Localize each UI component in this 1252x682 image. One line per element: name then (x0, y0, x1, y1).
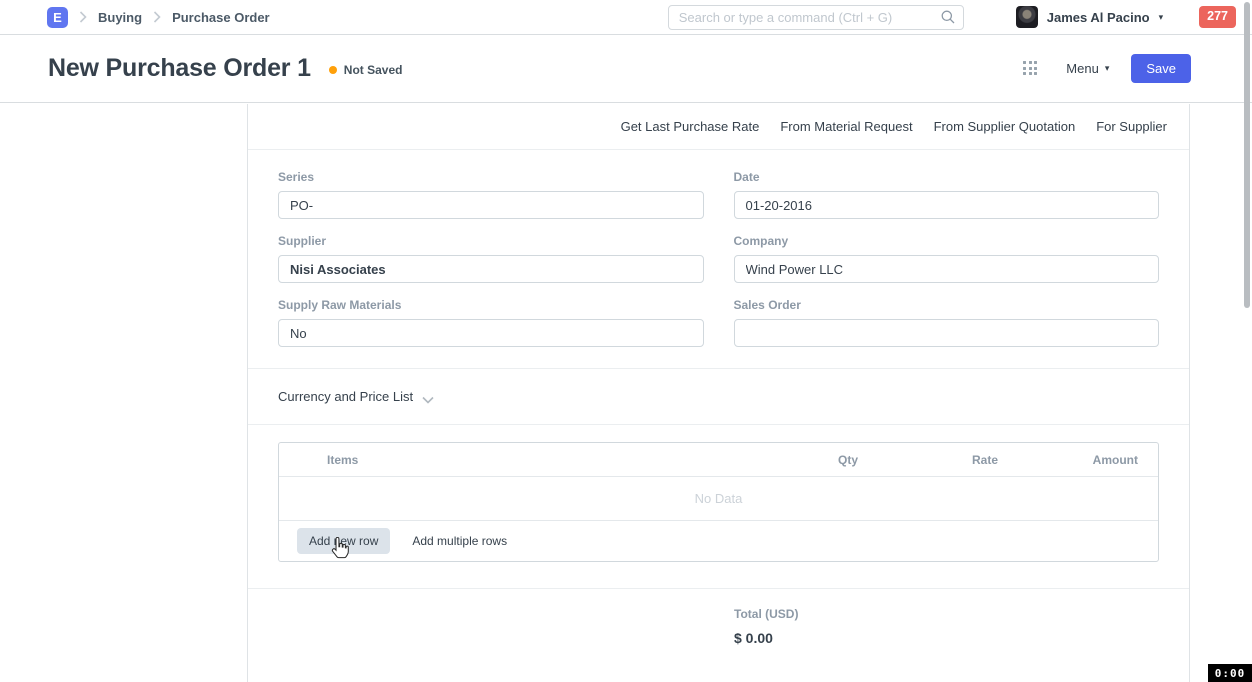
page-head: New Purchase Order 1 Not Saved Menu ▾ Sa… (0, 35, 1252, 103)
search-icon (940, 9, 956, 25)
company-input[interactable] (734, 255, 1160, 283)
add-multiple-rows-button[interactable]: Add multiple rows (412, 534, 507, 548)
global-search (668, 5, 964, 30)
column-amount: Amount (998, 453, 1138, 467)
supply-raw-materials-label: Supply Raw Materials (278, 298, 704, 312)
status-label: Not Saved (344, 63, 403, 77)
purchase-order-page: E Buying Purchase Order James Al Pacino … (0, 0, 1252, 682)
items-grid-footer: Add new row Add multiple rows (279, 521, 1158, 561)
items-grid-section: Items Qty Rate Amount No Data Add new ro… (248, 425, 1189, 589)
field-supplier: Supplier (278, 234, 704, 283)
app-logo[interactable]: E (47, 7, 68, 28)
items-grid: Items Qty Rate Amount No Data Add new ro… (278, 442, 1159, 562)
supplier-input[interactable] (278, 255, 704, 283)
column-qty: Qty (748, 453, 858, 467)
fields-section: Series Date Supplier Company Supply Raw … (248, 150, 1189, 369)
menu-label: Menu (1066, 61, 1099, 76)
user-name: James Al Pacino (1047, 10, 1150, 25)
form-column: Get Last Purchase Rate From Material Req… (247, 104, 1190, 682)
status-indicator: Not Saved (329, 63, 403, 77)
caret-down-icon: ▾ (1105, 64, 1110, 73)
series-input[interactable] (278, 191, 704, 219)
menu-button[interactable]: Menu ▾ (1062, 55, 1113, 82)
field-date: Date (734, 170, 1160, 219)
total-label: Total (USD) (734, 607, 1159, 621)
chevron-right-icon (79, 11, 87, 23)
notification-badge[interactable]: 277 (1199, 6, 1236, 28)
navbar: E Buying Purchase Order James Al Pacino … (0, 0, 1252, 35)
action-for-supplier[interactable]: For Supplier (1096, 119, 1167, 134)
save-button[interactable]: Save (1131, 54, 1191, 83)
field-company: Company (734, 234, 1160, 283)
form-actions-row: Get Last Purchase Rate From Material Req… (248, 104, 1189, 150)
supply-raw-materials-input[interactable] (278, 319, 704, 347)
action-get-last-purchase-rate[interactable]: Get Last Purchase Rate (621, 119, 760, 134)
page-title: New Purchase Order 1 (48, 54, 311, 83)
apps-grid-icon[interactable] (1023, 61, 1038, 76)
totals-section: Total (USD) $ 0.00 (248, 589, 1189, 646)
company-label: Company (734, 234, 1160, 248)
breadcrumb-buying[interactable]: Buying (98, 10, 142, 25)
total-value: $ 0.00 (734, 630, 1159, 646)
section-title: Currency and Price List (278, 389, 413, 404)
recording-timer: 0:00 (1208, 664, 1252, 682)
sales-order-label: Sales Order (734, 298, 1160, 312)
add-new-row-button[interactable]: Add new row (297, 528, 390, 554)
supplier-label: Supplier (278, 234, 704, 248)
field-series: Series (278, 170, 704, 219)
action-from-supplier-quotation[interactable]: From Supplier Quotation (934, 119, 1076, 134)
section-currency-and-price-list[interactable]: Currency and Price List (248, 369, 1189, 425)
search-input[interactable] (668, 5, 964, 30)
column-rate: Rate (858, 453, 998, 467)
chevron-down-icon (422, 391, 434, 409)
date-label: Date (734, 170, 1160, 184)
chevron-right-icon (153, 11, 161, 23)
field-supply-raw-materials: Supply Raw Materials (278, 298, 704, 347)
caret-down-icon: ▾ (1159, 13, 1164, 22)
field-sales-order: Sales Order (734, 298, 1160, 347)
action-from-material-request[interactable]: From Material Request (780, 119, 912, 134)
scrollbar-thumb[interactable] (1244, 2, 1250, 308)
breadcrumb-purchase-order[interactable]: Purchase Order (172, 10, 270, 25)
items-grid-header: Items Qty Rate Amount (279, 443, 1158, 477)
user-menu[interactable]: James Al Pacino ▾ (1016, 6, 1163, 28)
no-data-row: No Data (279, 477, 1158, 521)
series-label: Series (278, 170, 704, 184)
status-dot-icon (329, 66, 337, 74)
sales-order-input[interactable] (734, 319, 1160, 347)
column-items: Items (279, 453, 748, 467)
date-input[interactable] (734, 191, 1160, 219)
user-avatar (1016, 6, 1038, 28)
